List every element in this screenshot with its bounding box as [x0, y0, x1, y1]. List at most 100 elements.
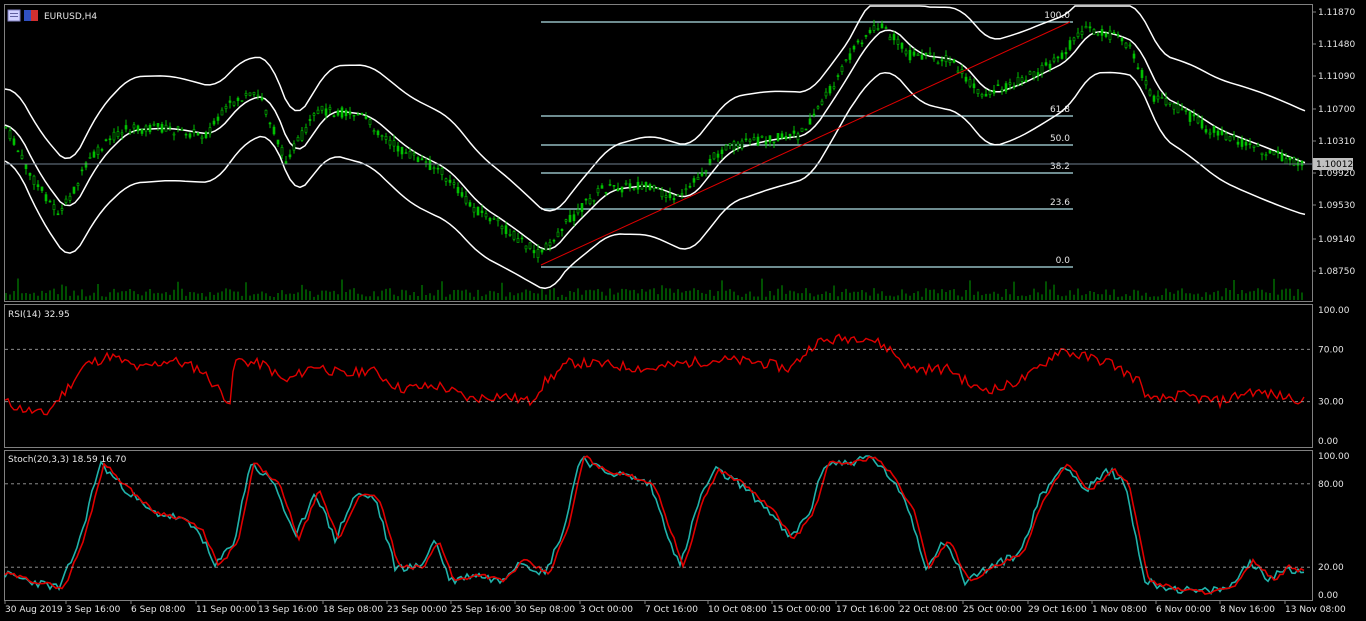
candle-body: [32, 175, 36, 185]
candle-body: [488, 217, 492, 222]
candle-body: [376, 130, 380, 136]
flag-icon-half: [31, 10, 38, 21]
candle-body: [980, 94, 984, 97]
chart-window-icon-line: [10, 16, 18, 17]
candle-body: [1008, 82, 1012, 85]
price-tick-label: 1.09530: [1318, 201, 1355, 211]
candle-body: [416, 157, 420, 162]
price-tick-label: 1.08750: [1318, 267, 1355, 277]
candle-body: [648, 184, 652, 190]
candle-body: [896, 38, 900, 45]
candle-body: [268, 122, 272, 125]
candle-body: [940, 59, 944, 62]
candle-body: [364, 115, 368, 119]
price-axis[interactable]: 1.11870 1.11480 1.11090 1.10700 1.10310 1.099…: [1312, 8, 1355, 277]
candle-body: [48, 200, 52, 203]
time-tick-label: 30 Aug 2019: [5, 605, 63, 615]
candle-body: [1264, 154, 1268, 157]
candle-body: [1032, 71, 1036, 78]
stoch-tick-label: 20.00: [1318, 563, 1344, 573]
candle-body: [1040, 64, 1044, 74]
stoch-tick-label: 80.00: [1318, 480, 1344, 490]
candle-body: [564, 219, 568, 222]
candle-body: [476, 206, 480, 216]
stoch-signal-line: [4, 455, 1305, 595]
rsi-panel-frame: [4, 304, 1313, 448]
candle-body: [236, 97, 240, 102]
price-tick-label: 1.11090: [1318, 72, 1355, 82]
candle-body: [196, 132, 200, 136]
candle-body: [168, 126, 172, 129]
candle-body: [1160, 97, 1164, 99]
candle-body: [1196, 116, 1200, 124]
candle-body: [1132, 53, 1136, 59]
candle-body: [436, 167, 440, 170]
candle-body: [652, 185, 656, 189]
candle-body: [368, 119, 372, 125]
candle-body: [1112, 32, 1116, 34]
candle-body: [640, 184, 644, 190]
candle-body: [1072, 37, 1076, 42]
candle-body: [1272, 151, 1276, 156]
candle-body: [220, 109, 224, 116]
candle-body: [36, 184, 40, 187]
candle-body: [336, 110, 340, 116]
candle-body: [424, 161, 428, 163]
candle-body: [792, 130, 796, 134]
chart-window-icon[interactable]: [7, 9, 21, 22]
candle-body: [716, 153, 720, 158]
candle-body: [1164, 98, 1168, 106]
time-tick-label: 3 Sep 16:00: [66, 605, 121, 615]
rsi-panel[interactable]: [4, 333, 1305, 416]
candle-body: [1068, 40, 1072, 50]
rsi-tick-label: 70.00: [1318, 345, 1344, 355]
candle-body: [668, 193, 672, 199]
candle-body: [1020, 77, 1024, 82]
trading-chart-window[interactable]: 100.0 61.8 50.0 38.2 23.6 0.0 EURUSD,H4 1.118…: [0, 0, 1366, 621]
time-tick-label: 3 Oct 00:00: [580, 605, 633, 615]
candle-body: [372, 130, 376, 133]
candle-body: [1144, 80, 1148, 86]
candle-body: [172, 133, 176, 136]
candle-body: [1016, 76, 1020, 85]
candle-body: [1216, 130, 1220, 136]
time-tick-label: 22 Oct 08:00: [899, 605, 958, 615]
chart-canvas[interactable]: 100.061.850.038.223.60.0 EURUSD,H4 1.118…: [0, 0, 1366, 621]
candle-body: [1248, 143, 1252, 145]
candle-body: [1192, 114, 1196, 117]
stoch-main-line: [4, 455, 1305, 596]
candle-body: [1124, 42, 1128, 48]
candle-body: [1024, 79, 1028, 82]
candle-body: [300, 130, 304, 141]
price-tick-label: 1.09140: [1318, 235, 1355, 245]
price-tag-text: 1.10012: [1316, 160, 1353, 170]
rsi-tick-label: 30.00: [1318, 398, 1344, 408]
candle-body: [684, 188, 688, 191]
candle-body: [1260, 152, 1264, 155]
candle-body: [892, 34, 896, 41]
stochastic-panel[interactable]: [4, 455, 1305, 596]
time-tick-label: 17 Oct 16:00: [836, 605, 895, 615]
candle-body: [1184, 110, 1188, 112]
candle-body: [276, 139, 280, 145]
candle-body: [120, 132, 124, 135]
candle-body: [756, 136, 760, 146]
candle-body: [712, 152, 716, 160]
candle-body: [1096, 33, 1100, 36]
candle-body: [992, 89, 996, 94]
candle-body: [672, 198, 676, 201]
candle-body: [964, 76, 968, 82]
candle-body: [632, 188, 636, 190]
candle-body: [548, 241, 552, 246]
candle-body: [452, 182, 456, 185]
candle-body: [260, 97, 264, 101]
symbol-title: EURUSD,H4: [44, 12, 97, 22]
candle-body: [160, 124, 164, 133]
time-tick-label: 13 Nov 08:00: [1285, 605, 1346, 615]
candle-body: [900, 42, 904, 49]
candle-body: [344, 110, 348, 117]
candle-body: [704, 169, 708, 172]
candle-body: [40, 186, 44, 191]
time-axis[interactable]: 30 Aug 2019 3 Sep 16:00 6 Sep 08:00 11 Sep …: [4, 601, 1346, 615]
candle-body: [1060, 52, 1064, 59]
